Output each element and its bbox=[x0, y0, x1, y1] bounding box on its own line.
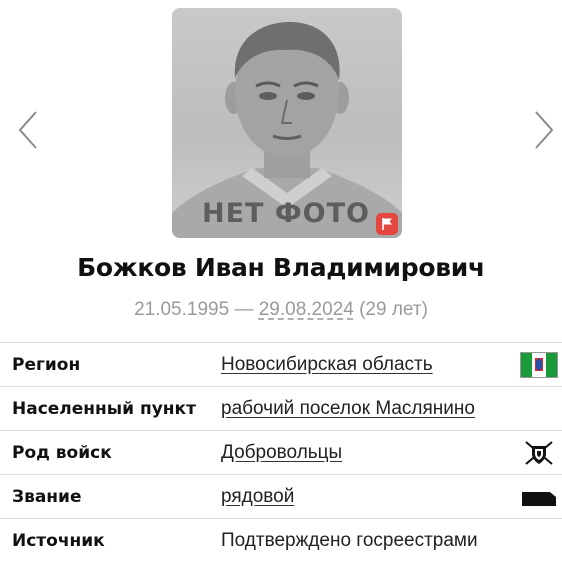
birth-date: 21.05.1995 bbox=[134, 299, 230, 320]
previous-button[interactable] bbox=[14, 108, 44, 152]
branch-label: Род войск bbox=[12, 443, 112, 463]
report-photo-button[interactable] bbox=[376, 213, 398, 235]
info-row-branch: Род войск Добровольцы bbox=[0, 430, 562, 474]
settlement-label: Населенный пункт bbox=[12, 399, 196, 419]
dates-separator: — bbox=[229, 299, 259, 320]
age: (29 лет) bbox=[353, 299, 428, 320]
chevron-right-icon bbox=[535, 111, 554, 149]
source-label: Источник bbox=[12, 531, 105, 551]
region-link[interactable]: Новосибирская область bbox=[221, 354, 433, 376]
no-photo-label: НЕТ ФОТО bbox=[202, 198, 370, 229]
rank-label: Звание bbox=[12, 487, 82, 507]
settlement-link[interactable]: рабочий поселок Маслянино bbox=[221, 398, 475, 420]
next-button[interactable] bbox=[530, 108, 560, 152]
life-dates: 21.05.1995 — 29.08.2024 (29 лет) bbox=[0, 299, 562, 321]
info-row-source: Источник Подтверждено госреестрами bbox=[0, 518, 562, 562]
info-row-rank: Звание рядовой bbox=[0, 474, 562, 518]
info-row-settlement: Населенный пункт рабочий поселок Масляни… bbox=[0, 386, 562, 430]
rank-insignia-icon bbox=[522, 492, 556, 506]
flag-icon bbox=[382, 218, 392, 230]
death-date[interactable]: 29.08.2024 bbox=[259, 299, 354, 320]
volunteers-emblem-icon bbox=[525, 441, 553, 465]
branch-link[interactable]: Добровольцы bbox=[221, 442, 342, 464]
photo-placeholder: НЕТ ФОТО bbox=[172, 8, 402, 238]
region-flag-icon bbox=[520, 352, 558, 378]
info-table: Регион Новосибирская область Населенный … bbox=[0, 342, 562, 562]
person-name: Божков Иван Владимирович bbox=[77, 253, 485, 282]
rank-link[interactable]: рядовой bbox=[221, 486, 294, 508]
source-value: Подтверждено госреестрами bbox=[221, 530, 478, 551]
region-label: Регион bbox=[12, 355, 81, 375]
chevron-left-icon bbox=[18, 111, 37, 149]
info-row-region: Регион Новосибирская область bbox=[0, 342, 562, 386]
